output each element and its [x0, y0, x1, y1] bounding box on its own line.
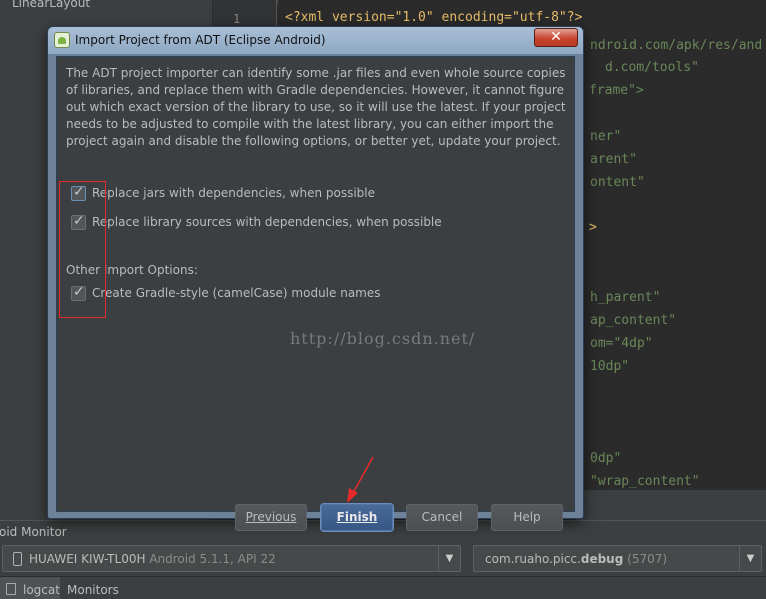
process-name-debug: debug: [580, 552, 624, 566]
annotation-highlight-box: [59, 181, 106, 318]
tree-item-linearlayout[interactable]: LinearLayout: [12, 0, 90, 10]
phone-icon: [13, 552, 22, 566]
tab-monitors-label: Monitors: [67, 583, 119, 597]
code-line-14: "wrap_content": [590, 474, 700, 489]
chevron-down-icon[interactable]: ▼: [438, 546, 460, 571]
code-line-4: frame">: [589, 83, 644, 98]
previous-label: Previous: [245, 510, 297, 524]
code-line-5: ner": [590, 129, 622, 144]
process-name: com.ruaho.picc.: [485, 552, 581, 566]
code-line-2: ndroid.com/apk/res/and: [590, 38, 763, 53]
help-button[interactable]: Help: [491, 504, 563, 531]
cancel-button[interactable]: Cancel: [406, 504, 478, 531]
dialog-description: The ADT project importer can identify so…: [66, 66, 566, 148]
code-line-12: 10dp": [590, 359, 630, 374]
finish-label: Finish: [336, 510, 378, 524]
monitor-title: oid Monitor: [0, 525, 67, 539]
replace-library-sources-label: Replace library sources with dependencie…: [92, 215, 442, 229]
tab-monitors[interactable]: Monitors →*: [62, 577, 138, 599]
code-line-8: >: [589, 220, 597, 235]
process-select[interactable]: com.ruaho.picc.debug (5707) ▼: [473, 545, 762, 572]
device-row: HUAWEI KIW-TL00H Android 5.1.1, API 22 ▼…: [0, 542, 766, 576]
android-studio-icon: [54, 32, 70, 48]
previous-button[interactable]: Previous: [235, 504, 307, 531]
code-line-13: 0dp": [590, 451, 622, 466]
code-line-7: ontent": [590, 175, 645, 190]
code-line-9: h_parent": [590, 290, 661, 305]
device-name: HUAWEI KIW-TL00H: [29, 552, 146, 566]
cancel-label: Cancel: [421, 510, 463, 524]
finish-button[interactable]: Finish: [321, 504, 393, 531]
device-select[interactable]: HUAWEI KIW-TL00H Android 5.1.1, API 22 ▼: [2, 545, 461, 572]
code-line-10: ap_content": [590, 313, 677, 328]
dialog-title: Import Project from ADT (Eclipse Android…: [75, 33, 326, 47]
annotation-arrow-icon: [347, 456, 374, 503]
monitor-tabs: logcat Monitors →*: [0, 576, 766, 599]
tab-logcat[interactable]: logcat: [0, 577, 60, 599]
watermark: http://blog.csdn.net/: [290, 329, 476, 348]
replace-jars-label: Replace jars with dependencies, when pos…: [92, 186, 376, 200]
dialog-titlebar[interactable]: Import Project from ADT (Eclipse Android…: [48, 27, 583, 54]
line-number: 1: [233, 12, 241, 26]
gradle-style-names-label: Create Gradle-style (camelCase) module n…: [92, 286, 381, 300]
code-line-6: arent": [590, 152, 637, 167]
help-label: Help: [513, 510, 541, 524]
dialog-content: The ADT project importer can identify so…: [56, 56, 575, 531]
close-button[interactable]: ✕: [534, 28, 578, 47]
tab-logcat-label: logcat: [23, 583, 60, 597]
process-pid: (5707): [627, 552, 668, 566]
device-info: Android 5.1.1, API 22: [149, 552, 276, 566]
code-line-1: <?xml version="1.0" encoding="utf-8"?>: [285, 10, 583, 25]
code-line-3: d.com/tools": [605, 60, 699, 75]
code-line-11: om="4dp": [590, 336, 653, 351]
logcat-icon: [6, 583, 16, 595]
horizontal-scrollbar[interactable]: [576, 490, 766, 520]
chevron-down-icon[interactable]: ▼: [739, 546, 761, 571]
import-dialog: Import Project from ADT (Eclipse Android…: [47, 26, 584, 531]
